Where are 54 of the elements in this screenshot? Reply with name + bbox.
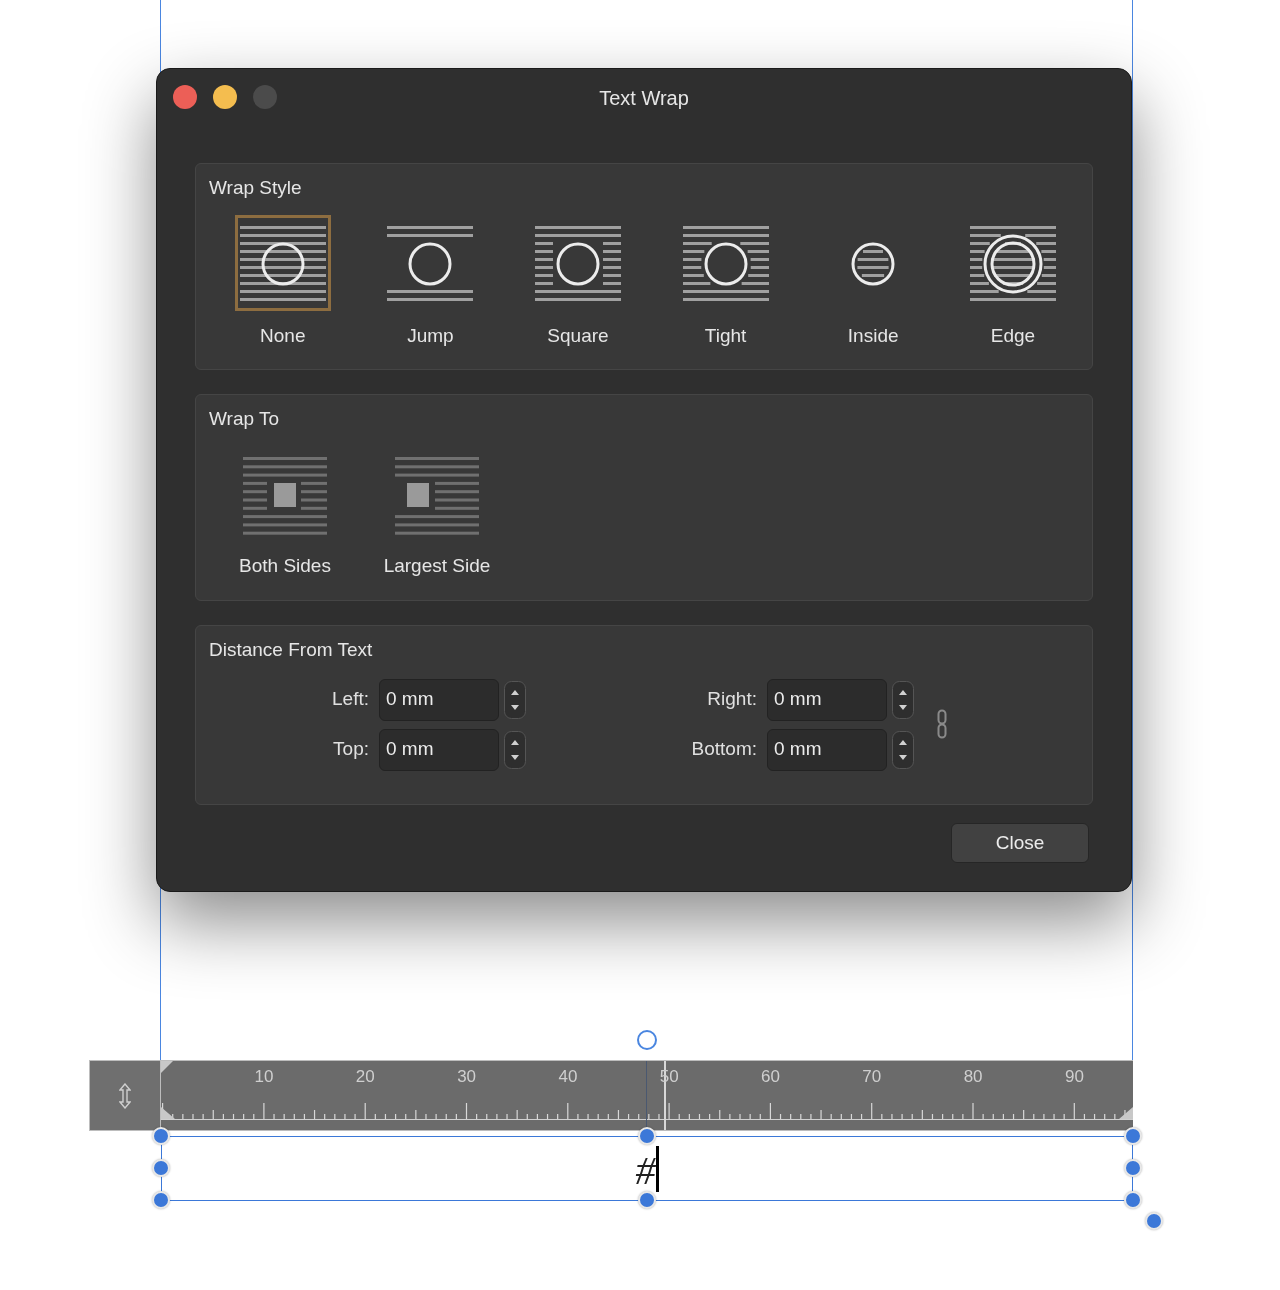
- zoom-window-icon: [253, 85, 277, 109]
- wrap-to-icon: [395, 455, 479, 536]
- number-field[interactable]: 0 mm: [767, 678, 887, 721]
- resize-handle[interactable]: [152, 1127, 170, 1145]
- field-label: Bottom:: [690, 737, 757, 762]
- close-window-icon[interactable]: [173, 85, 197, 109]
- wrap-style-option[interactable]: Jump: [356, 214, 505, 350]
- wrap-style-option[interactable]: Inside: [799, 214, 947, 350]
- text-content: #: [635, 1150, 656, 1191]
- number-field[interactable]: 0 mm: [767, 728, 887, 771]
- number-field[interactable]: 0 mm: [379, 728, 499, 771]
- section-title: Wrap To: [209, 407, 281, 431]
- resize-handle[interactable]: [638, 1191, 656, 1209]
- wrap-style-option[interactable]: Tight: [651, 214, 800, 350]
- ruler-label: 40: [558, 1066, 578, 1088]
- field-label: Left:: [331, 687, 369, 712]
- field-label: Right:: [706, 687, 757, 712]
- resize-handle[interactable]: [1145, 1212, 1163, 1230]
- ruler-label: 10: [254, 1066, 274, 1088]
- resize-handle[interactable]: [1124, 1191, 1142, 1209]
- rotation-handle[interactable]: [637, 1030, 657, 1050]
- wrap-style-option[interactable]: Square: [504, 214, 652, 350]
- close-button[interactable]: Close: [951, 823, 1089, 863]
- ruler-label: 90: [1064, 1066, 1084, 1088]
- wrap-to-icon: [243, 455, 327, 536]
- ruler-label: 70: [862, 1066, 882, 1088]
- text-cursor: [655, 1145, 659, 1192]
- center-guide-line: [646, 1061, 647, 1130]
- resize-handle[interactable]: [152, 1159, 170, 1177]
- wrap-to-option[interactable]: Both Sides: [209, 451, 361, 580]
- number-field[interactable]: 0 mm: [379, 678, 499, 721]
- tab-stop-line: [664, 1061, 666, 1130]
- stepper-control[interactable]: [504, 730, 526, 769]
- stepper-control[interactable]: [504, 680, 526, 719]
- section-title: Distance From Text: [209, 638, 374, 662]
- ruler-label: 80: [963, 1066, 983, 1088]
- ruler-label: 30: [457, 1066, 477, 1088]
- window-title: Text Wrap: [599, 86, 689, 111]
- minimize-window-icon[interactable]: [213, 85, 237, 109]
- resize-handle[interactable]: [152, 1191, 170, 1209]
- wrap-to-option[interactable]: Largest Side: [361, 451, 513, 580]
- resize-handle[interactable]: [1124, 1159, 1142, 1177]
- section-title: Wrap Style: [209, 176, 303, 200]
- ruler-label: 60: [761, 1066, 780, 1088]
- stepper-control[interactable]: [892, 730, 914, 769]
- resize-handle[interactable]: [1124, 1127, 1142, 1145]
- wrap-style-option[interactable]: None: [209, 214, 357, 350]
- ruler-label: 20: [355, 1066, 375, 1088]
- stepper-control[interactable]: [892, 680, 914, 719]
- field-label: Top:: [332, 737, 369, 762]
- resize-handle[interactable]: [638, 1127, 656, 1145]
- resize-arrows-icon[interactable]: [119, 1082, 131, 1109]
- chain-link-icon[interactable]: [937, 708, 947, 739]
- wrap-style-option[interactable]: Edge: [946, 214, 1079, 350]
